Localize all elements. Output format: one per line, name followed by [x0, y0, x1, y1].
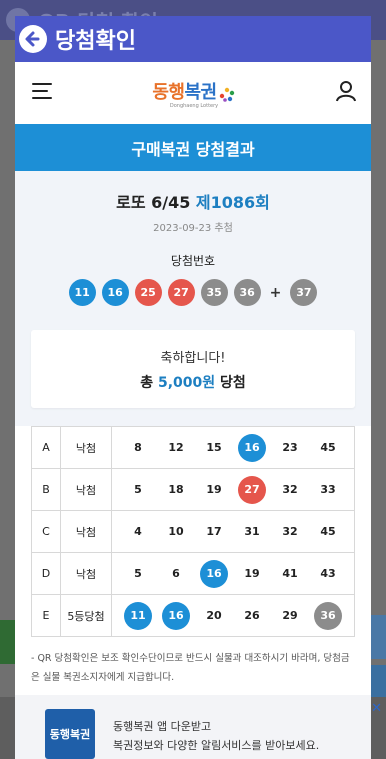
games-table: A 낙첨 8 12 15 16 23 45 B 낙첨 5 18 19 27 32 33 C 낙첨 4 10 17 31 32…	[31, 426, 355, 637]
draw-round: 로또 6/45 제1086회	[116, 193, 270, 212]
game-number: 29	[282, 609, 298, 622]
congrats-text: 축하합니다!	[160, 350, 226, 366]
game-number: 45	[320, 525, 336, 538]
game-number: 36	[314, 601, 342, 630]
background-block	[0, 620, 15, 664]
game-number: 16	[238, 433, 266, 462]
game-row: C 낙첨 4 10 17 31 32 45	[31, 510, 355, 553]
game-number: 31	[244, 525, 260, 538]
game-row: E 5등당첨 11 16 20 26 29 36	[31, 594, 355, 637]
game-number: 11	[124, 601, 152, 630]
winning-ball: 16	[101, 279, 129, 306]
game-numbers: 8 12 15 16 23 45	[111, 426, 355, 469]
result-banner: 구매복권 당첨결과	[15, 124, 371, 171]
game-row: A 낙첨 8 12 15 16 23 45	[31, 426, 355, 469]
winning-ball: 27	[167, 279, 195, 306]
winning-numbers-label: 당첨번호	[170, 254, 216, 268]
game-number: 4	[134, 525, 142, 538]
game-number: 32	[282, 483, 298, 496]
game-result: 낙첨	[60, 426, 112, 469]
winning-ball: 25	[134, 279, 162, 306]
logo-subtitle: Donghaeng Lottery	[169, 102, 219, 109]
game-row: B 낙첨 5 18 19 27 32 33	[31, 468, 355, 511]
game-numbers: 4 10 17 31 32 45	[111, 510, 355, 553]
back-button[interactable]	[19, 25, 47, 53]
dialog-header: 당첨확인	[15, 16, 371, 62]
game-number: 15	[206, 441, 222, 454]
games-table-wrap: A 낙첨 8 12 15 16 23 45 B 낙첨 5 18 19 27 32 33 C 낙첨 4 10 17 31 32…	[15, 426, 371, 637]
game-numbers: 5 6 16 19 41 43	[111, 552, 355, 595]
draw-date: 2023-09-23 추첨	[153, 223, 233, 234]
game-label: D	[31, 552, 61, 595]
background-left-edge	[0, 40, 15, 759]
logo-sparkle-icon	[219, 87, 234, 102]
game-number: 8	[134, 441, 142, 454]
draw-result: 로또 6/45 제1086회 2023-09-23 추첨 당첨번호 11 16 …	[15, 171, 371, 426]
prize-card: 축하합니다! 총 5,000원 당첨	[31, 330, 355, 408]
app-download-banner[interactable]: 동행복권 동행복권 앱 다운받고 복권정보와 다양한 알림서비스를 받아보세요.	[15, 695, 371, 759]
prize-amount: 총 5,000원 당첨	[140, 374, 246, 391]
game-number: 19	[244, 567, 260, 580]
game-number: 16	[200, 559, 228, 588]
game-row: D 낙첨 5 6 16 19 41 43	[31, 552, 355, 595]
winning-ball: 35	[200, 279, 228, 306]
hamburger-menu-icon	[32, 83, 52, 99]
download-text: 동행복권 앱 다운받고 복권정보와 다양한 알림서비스를 받아보세요.	[113, 720, 320, 752]
notice-text: - QR 당첨확인은 보조 확인수단이므로 반드시 실물과 대조하시기 바라며,…	[31, 653, 350, 683]
game-number: 12	[168, 441, 184, 454]
background-right-edge	[371, 40, 386, 759]
result-dialog: 당첨확인 동행복권 Donghaeng Lottery 구매복권 당첨결과 로또…	[15, 16, 371, 759]
dialog-title: 당첨확인	[55, 29, 136, 54]
game-label: C	[31, 510, 61, 553]
game-number: 41	[282, 567, 298, 580]
game-number: 45	[320, 441, 336, 454]
game-label: E	[31, 594, 61, 637]
game-number: 19	[206, 483, 222, 496]
game-number: 10	[168, 525, 184, 538]
game-number: 18	[168, 483, 184, 496]
game-number: 16	[162, 601, 190, 630]
ad-close-icon[interactable]: ✕	[371, 701, 382, 716]
game-result: 낙첨	[60, 468, 112, 511]
menu-button[interactable]	[31, 82, 53, 104]
game-label: A	[31, 426, 61, 469]
game-label: B	[31, 468, 61, 511]
download-logo: 동행복권	[45, 709, 95, 759]
plus-sign: +	[269, 284, 282, 301]
game-number: 20	[206, 609, 222, 622]
game-result: 5등당첨	[60, 594, 112, 637]
winning-ball: 36	[233, 279, 261, 306]
game-number: 33	[320, 483, 336, 496]
winning-numbers: 11 16 25 27 35 36 + 37	[15, 279, 371, 306]
game-number: 27	[238, 475, 266, 504]
game-number: 17	[206, 525, 222, 538]
winning-ball: 11	[68, 279, 96, 306]
account-button[interactable]	[335, 80, 357, 106]
game-number: 6	[172, 567, 180, 580]
background-block	[371, 615, 386, 659]
game-number: 5	[134, 483, 142, 496]
game-numbers: 5 18 19 27 32 33	[111, 468, 355, 511]
logo[interactable]: 동행복권 Donghaeng Lottery	[152, 78, 235, 109]
game-numbers: 11 16 20 26 29 36	[111, 594, 355, 637]
game-number: 32	[282, 525, 298, 538]
arrow-left-icon	[25, 31, 40, 47]
app-bar: 동행복권 Donghaeng Lottery	[15, 62, 371, 124]
game-number: 43	[320, 567, 336, 580]
user-icon	[336, 81, 356, 102]
game-number: 23	[282, 441, 298, 454]
game-number: 26	[244, 609, 260, 622]
game-number: 5	[134, 567, 142, 580]
game-result: 낙첨	[60, 510, 112, 553]
logo-text: 동행복권	[152, 81, 217, 103]
game-result: 낙첨	[60, 552, 112, 595]
bonus-ball: 37	[290, 279, 318, 306]
